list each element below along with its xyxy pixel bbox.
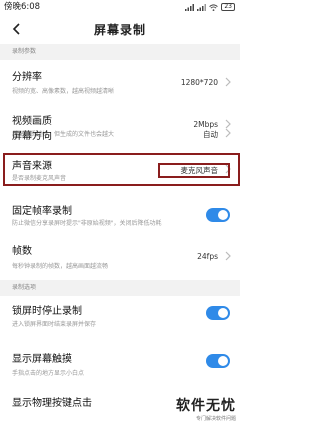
setting-resolution[interactable]: 分辨率 视频的宽、高像素数，越高视频越清晰 1280*720 bbox=[0, 60, 240, 99]
lock-stop-toggle[interactable] bbox=[206, 306, 230, 320]
setting-desc: 视频的宽、高像素数，越高视频越清晰 bbox=[12, 88, 115, 95]
setting-desc: 每秒钟录制的帧数，越高画面越流畅 bbox=[12, 263, 109, 270]
signal-icon-2 bbox=[197, 3, 207, 11]
status-icons: 23 bbox=[185, 0, 235, 14]
setting-lock-stop: 锁屏时停止录制 进入锁屏界面时结束录屏并保存 bbox=[0, 300, 240, 338]
watermark: 软件无忧 专门解决软件问题 bbox=[158, 395, 236, 422]
setting-value: 1280*720 bbox=[180, 78, 218, 87]
setting-fixed-rate: 固定帧率录制 防止微信分享录屏时提示"非原始视频"，关闭后降低功耗 bbox=[0, 200, 240, 232]
setting-title: 显示物理按键点击 bbox=[12, 398, 92, 409]
section-header-options: 录制选项 bbox=[0, 280, 240, 296]
setting-title: 锁屏时停止录制 bbox=[12, 306, 82, 317]
title-bar: 屏幕录制 bbox=[0, 14, 240, 44]
setting-title: 帧数 bbox=[12, 246, 32, 257]
setting-title: 屏幕方向 bbox=[12, 131, 52, 142]
setting-title: 显示屏幕触摸 bbox=[12, 354, 72, 365]
setting-desc: 进入锁屏界面时结束录屏并保存 bbox=[12, 321, 97, 328]
fixed-rate-toggle[interactable] bbox=[206, 208, 230, 222]
setting-fps[interactable]: 帧数 每秒钟录制的帧数，越高画面越流畅 24fps bbox=[0, 240, 240, 274]
status-bar: 傍晚6:08 23 bbox=[0, 0, 240, 14]
setting-value: 24fps bbox=[197, 252, 218, 261]
status-time: 傍晚6:08 bbox=[4, 2, 41, 12]
page-title: 屏幕录制 bbox=[93, 23, 146, 37]
setting-title: 固定帧率录制 bbox=[12, 206, 72, 217]
battery-icon: 23 bbox=[221, 3, 235, 11]
setting-title: 分辨率 bbox=[12, 72, 42, 83]
chevron-right-icon bbox=[225, 77, 231, 87]
setting-desc: 防止微信分享录屏时提示"非原始视频"，关闭后降低功耗 bbox=[12, 220, 162, 227]
wifi-icon bbox=[209, 3, 219, 11]
show-touch-toggle[interactable] bbox=[206, 354, 230, 368]
setting-show-touch: 显示屏幕触摸 手指点击的地方显示小白点 bbox=[0, 346, 240, 380]
setting-desc: 手指点击的地方显示小白点 bbox=[12, 370, 85, 377]
watermark-sub: 专门解决软件问题 bbox=[195, 416, 236, 422]
watermark-logo: 软件无忧 bbox=[176, 398, 236, 414]
setting-value: 自动 bbox=[203, 130, 218, 139]
highlight-value-box bbox=[158, 163, 230, 178]
section-header-params: 录制参数 bbox=[0, 44, 240, 60]
chevron-right-icon bbox=[225, 251, 231, 261]
chevron-right-icon bbox=[225, 128, 231, 138]
setting-orientation[interactable]: 屏幕方向 自动 bbox=[0, 122, 240, 152]
signal-icon bbox=[185, 3, 195, 11]
